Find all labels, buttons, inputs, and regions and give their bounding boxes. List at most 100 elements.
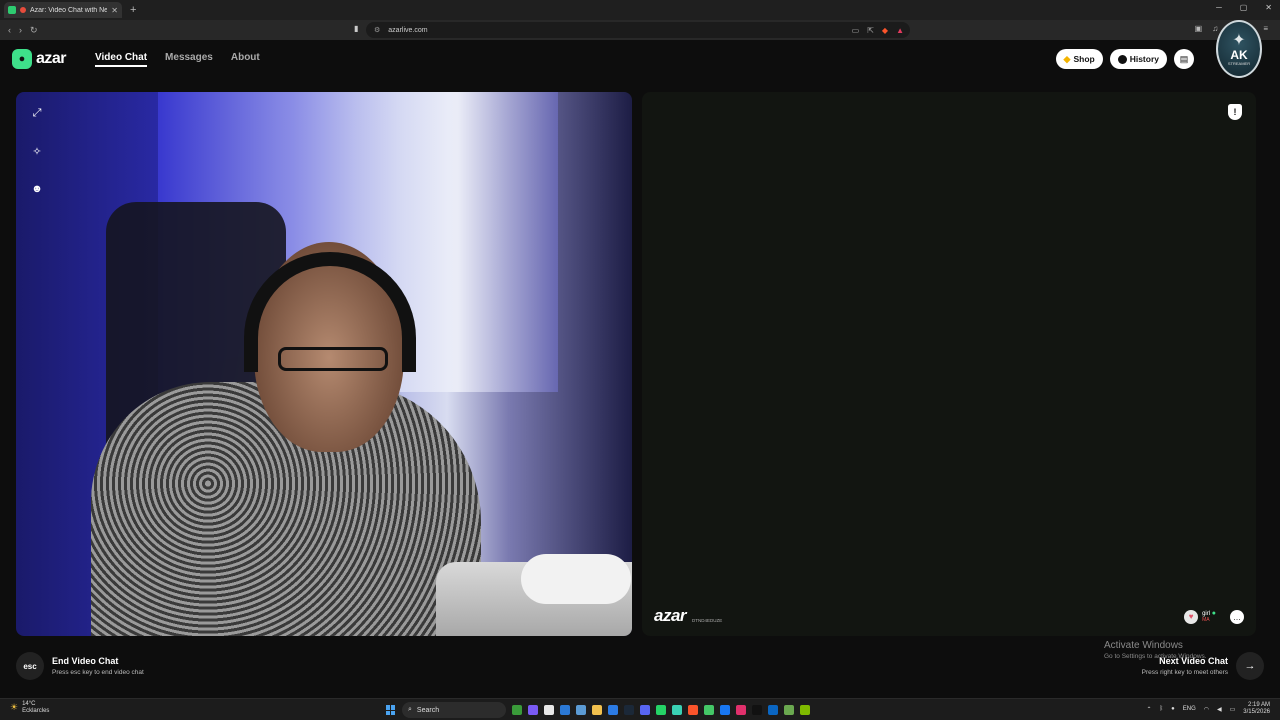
azar-favicon-icon	[8, 6, 16, 14]
azar-logo-icon: ●	[12, 49, 32, 69]
linkedin-icon[interactable]	[768, 705, 778, 715]
mail-icon[interactable]	[608, 705, 618, 715]
chat-icon[interactable]: …	[1230, 610, 1244, 624]
nvidia-icon[interactable]	[800, 705, 810, 715]
close-window-button[interactable]: ✕	[1265, 3, 1272, 12]
cast-icon[interactable]: ▭	[852, 26, 860, 35]
header-actions: ◆ Shop History ▤	[1055, 49, 1194, 69]
screenshot-icon[interactable]: ▣	[1195, 24, 1203, 33]
history-label: History	[1129, 54, 1159, 64]
inventory-button[interactable]: ▤	[1174, 49, 1194, 69]
bookmark-icon[interactable]: ▮	[354, 24, 358, 33]
browser-tabbar: Azar: Video Chat with New Pe ✕ + ─ ▢ ✕	[0, 0, 1280, 20]
reload-icon[interactable]: ↻	[30, 25, 38, 36]
back-arrow-icon[interactable]: ‹	[8, 25, 11, 35]
brave-rewards-icon[interactable]: ▲	[896, 26, 904, 35]
eagle-icon: ✦	[1232, 31, 1246, 49]
browser-tab[interactable]: Azar: Video Chat with New Pe ✕	[4, 2, 122, 18]
media-icon[interactable]: ♫	[1212, 24, 1218, 33]
next-chat-text: Next Video Chat Press right key to meet …	[1142, 656, 1228, 676]
peer-info-text: girl ● MA	[1202, 610, 1216, 624]
search-icon: ⌕	[408, 706, 412, 713]
language-indicator[interactable]: ENG	[1183, 706, 1196, 712]
clock-time: 2:19 AM	[1247, 702, 1270, 708]
minimize-button[interactable]: ─	[1216, 3, 1222, 12]
edge-icon[interactable]	[560, 705, 570, 715]
brave-shields-icon[interactable]: ◆	[882, 26, 888, 35]
file-explorer-icon[interactable]	[592, 705, 602, 715]
recording-icon	[20, 7, 26, 13]
my-video-panel: ⤢ ✧ ☻	[16, 92, 632, 636]
tiktok-icon[interactable]	[752, 705, 762, 715]
search-label: Search	[416, 706, 440, 714]
forward-arrow-icon[interactable]: ›	[19, 25, 22, 35]
peer-info[interactable]: ♥ girl ● MA	[1184, 610, 1216, 624]
peer-name: girl	[1202, 610, 1211, 617]
nav-video-chat[interactable]: Video Chat	[95, 52, 148, 67]
nav-messages[interactable]: Messages	[165, 52, 213, 67]
report-icon[interactable]: !	[1228, 104, 1242, 120]
taskbar-clock[interactable]: 2:19 AM 3/15/2026	[1243, 702, 1270, 716]
nav-about[interactable]: About	[231, 52, 260, 67]
store-icon[interactable]	[576, 705, 586, 715]
main-nav: Video Chat Messages About	[95, 52, 260, 67]
new-tab-button[interactable]: +	[130, 4, 136, 16]
tab-close-icon[interactable]: ✕	[111, 6, 118, 15]
verified-icon: ●	[1211, 609, 1216, 617]
bluetooth-icon[interactable]: ᛒ	[1160, 706, 1164, 712]
app-icon[interactable]	[672, 705, 682, 715]
brave-icon[interactable]	[688, 705, 698, 715]
next-arrow-button[interactable]: →	[1236, 652, 1264, 680]
windows-start-icon[interactable]	[386, 705, 396, 715]
logo-text: azar	[36, 50, 67, 67]
peer-country: MA	[1202, 617, 1210, 624]
site-header: ● azar Video Chat Messages About ◆ Shop …	[0, 40, 1280, 80]
next-video-chat-control[interactable]: Next Video Chat Press right key to meet …	[1142, 652, 1264, 680]
steam-icon[interactable]	[624, 705, 634, 715]
game-controller	[521, 554, 631, 604]
watermark-tag: DTND4EDUZE	[692, 618, 723, 623]
expand-icon[interactable]: ⤢	[30, 106, 44, 120]
shop-button[interactable]: ◆ Shop	[1055, 49, 1103, 69]
system-tray: ⌃ ᛒ ● ENG ◠ ◀ ▭ 2:19 AM 3/15/2026	[1146, 702, 1270, 716]
menu-icon[interactable]: ≡	[1263, 24, 1268, 33]
box-icon: ▤	[1179, 53, 1189, 64]
weather-widget[interactable]: ☀ 14°C Ecklarcles	[10, 701, 49, 714]
media-player-icon[interactable]	[704, 705, 714, 715]
address-bar[interactable]: ⚙ azarlive.com ▭ ⇱ ◆ ▲	[366, 22, 910, 38]
facebook-icon[interactable]	[720, 705, 730, 715]
tray-chevron-icon[interactable]: ⌃	[1146, 706, 1151, 713]
weather-text: 14°C Ecklarcles	[22, 701, 49, 714]
azar-watermark: azar DTND4EDUZE	[654, 606, 722, 626]
next-chat-hint: Press right key to meet others	[1141, 669, 1228, 676]
battery-icon[interactable]: ▭	[1230, 706, 1236, 713]
magic-wand-icon[interactable]: ✧	[30, 144, 44, 158]
whatsapp-icon[interactable]	[656, 705, 666, 715]
azar-logo[interactable]: ● azar	[12, 49, 67, 69]
mask-filter-icon[interactable]: ☻	[30, 182, 44, 196]
xbox-icon[interactable]	[512, 705, 522, 715]
volume-icon[interactable]: ◀	[1217, 706, 1222, 713]
window-controls: ─ ▢ ✕	[1216, 3, 1272, 12]
url-text: azarlive.com	[388, 26, 428, 34]
instagram-icon[interactable]	[736, 705, 746, 715]
microphone-icon[interactable]: ●	[1171, 706, 1175, 712]
maximize-button[interactable]: ▢	[1240, 3, 1248, 12]
discord-icon[interactable]	[640, 705, 650, 715]
history-button[interactable]: History	[1109, 49, 1167, 69]
site-info-icon[interactable]: ⚙	[374, 26, 380, 34]
browser-toolbar: ‹ › ↻ ▮ ⚙ azarlive.com ▭ ⇱ ◆ ▲ ▣ ♫ ▥ ▤ ≡	[0, 20, 1280, 40]
taskbar-search[interactable]: ⌕ Search	[402, 702, 506, 718]
end-chat-title: End Video Chat	[52, 656, 119, 666]
glasses	[278, 347, 388, 371]
share-icon[interactable]: ⇱	[867, 26, 874, 35]
gem-icon: ◆	[1063, 53, 1071, 64]
badge-text: AK	[1230, 47, 1248, 62]
minecraft-icon[interactable]	[784, 705, 794, 715]
esc-key-button[interactable]: esc	[16, 652, 44, 680]
task-view-icon[interactable]	[544, 705, 554, 715]
end-video-chat-control[interactable]: esc End Video Chat Press esc key to end …	[16, 652, 144, 680]
wifi-icon[interactable]: ◠	[1204, 706, 1209, 713]
copilot-icon[interactable]	[528, 705, 538, 715]
video-tools: ⤢ ✧ ☻	[30, 106, 44, 196]
